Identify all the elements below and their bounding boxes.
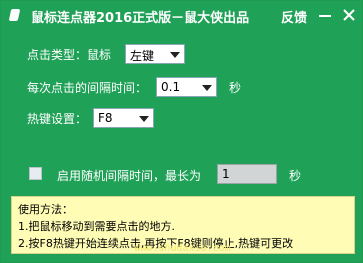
title-bar[interactable]: 鼠标连点器2016正式版－鼠大侠出品 反馈 — [1, 1, 362, 30]
chevron-down-icon — [170, 52, 180, 58]
window-title: 鼠标连点器2016正式版－鼠大侠出品 — [31, 11, 250, 26]
minimize-icon[interactable] — [317, 7, 333, 23]
chevron-down-icon — [202, 85, 212, 91]
close-icon[interactable] — [341, 7, 357, 23]
hotkey-value: F8 — [98, 111, 113, 125]
interval-value: 0.1 — [161, 80, 181, 94]
hotkey-label: 热键设置： — [27, 112, 88, 126]
random-interval-checkbox[interactable] — [29, 167, 42, 180]
app-window: 鼠标连点器2016正式版－鼠大侠出品 反馈 点击类型：鼠标 左键 每次点击的间隔… — [0, 0, 363, 263]
main-panel: 点击类型：鼠标 左键 每次点击的间隔时间： 0.1 秒 热键设置： F8 启用随… — [3, 30, 360, 260]
random-interval-label: 启用随机间隔时间，最长为 — [57, 169, 202, 183]
click-type-select[interactable]: 左键 — [125, 44, 185, 64]
website-link[interactable]: www.shudaxia.com — [1, 243, 363, 254]
random-unit: 秒 — [289, 169, 302, 183]
click-type-value: 左键 — [130, 49, 155, 63]
chevron-down-icon — [139, 116, 149, 122]
random-max-input[interactable]: 1 — [217, 164, 277, 184]
hotkey-select[interactable]: F8 — [93, 108, 154, 128]
help-line-1: 1.把鼠标移动到需要点击的地方. — [18, 220, 175, 233]
feedback-button[interactable]: 反馈 — [281, 7, 307, 26]
interval-unit: 秒 — [229, 81, 242, 95]
click-type-label: 点击类型：鼠标 — [27, 48, 112, 62]
help-title: 使用方法： — [18, 203, 73, 216]
interval-select[interactable]: 0.1 — [156, 77, 217, 97]
app-logo-icon — [8, 9, 21, 21]
interval-label: 每次点击的间隔时间： — [27, 81, 148, 95]
